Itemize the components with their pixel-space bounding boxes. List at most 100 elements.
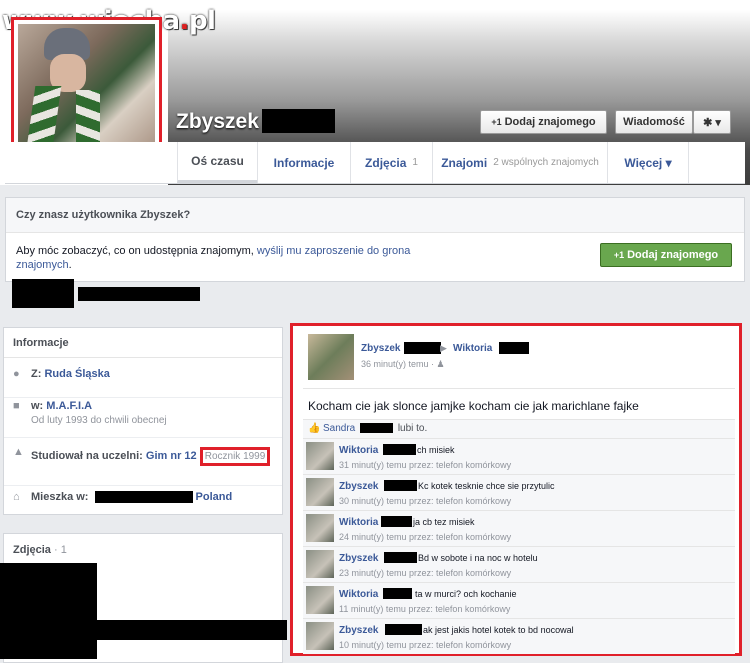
briefcase-icon: ■ bbox=[13, 400, 20, 412]
redaction-bar bbox=[385, 624, 422, 635]
comment: Wiktoria ch misiek 31 minut(y) temu prze… bbox=[303, 438, 735, 474]
like-thumb-icon: 👍 bbox=[308, 423, 321, 434]
school-link[interactable]: Gim nr 12 bbox=[146, 450, 197, 462]
redaction-bar bbox=[360, 423, 394, 434]
comment-meta: 24 minut(y) temu przez: telefon komórkow… bbox=[339, 532, 512, 542]
comment-text: ch misiek bbox=[417, 445, 455, 455]
message-label: Wiadomość bbox=[623, 116, 685, 128]
comment: Wiktoria ja cb tez misiek 24 minut(y) te… bbox=[303, 510, 735, 546]
tab-count: 1 bbox=[412, 157, 418, 168]
comment-author-link[interactable]: Wiktoria bbox=[339, 589, 378, 600]
tab-more[interactable]: Więcej ▾ bbox=[607, 142, 689, 183]
post-target-link[interactable]: Wiktoria bbox=[453, 343, 492, 354]
tab-friends[interactable]: Znajomi 2 wspólnych znajomych bbox=[432, 142, 607, 183]
comment-text: Bd w sobote i na noc w hotelu bbox=[418, 553, 538, 563]
info-panel: Informacje ● Z: Ruda Śląska ■ w: M.A.F.I… bbox=[3, 327, 283, 515]
comment-text: ja cb tez misiek bbox=[413, 517, 475, 527]
comment-author-link[interactable]: Zbyszek bbox=[339, 625, 378, 636]
post-timestamp[interactable]: 36 minut(y) temu · ♟ bbox=[361, 359, 445, 370]
redaction-bar bbox=[262, 109, 335, 133]
profile-tabs: Oś czasu Informacje Zdjęcia 1 Znajomi 2 ws… bbox=[5, 142, 745, 184]
work-link[interactable]: M.A.F.I.A bbox=[46, 400, 92, 412]
tab-label: Oś czasu bbox=[191, 154, 244, 168]
divider bbox=[303, 388, 735, 389]
info-location-row: ● Z: Ruda Śląska bbox=[4, 368, 282, 398]
info-label: Z: bbox=[31, 368, 45, 380]
comment-avatar[interactable] bbox=[306, 550, 334, 578]
do-you-know-title: Czy znasz użytkownika Zbyszek? bbox=[6, 198, 744, 233]
comment-meta: 31 minut(y) temu przez: telefon komórkow… bbox=[339, 460, 512, 470]
do-you-know-text: Aby móc zobaczyć, co on udostępnia znajo… bbox=[16, 245, 411, 271]
comment-author-link[interactable]: Wiktoria bbox=[339, 445, 378, 456]
add-friend-icon: +1 bbox=[491, 117, 502, 127]
comment-meta: 30 minut(y) temu przez: telefon komórkow… bbox=[339, 496, 512, 506]
comment: Zbyszek Kc kotek tesknie chce sie przytu… bbox=[303, 474, 735, 510]
redaction-bar bbox=[12, 279, 74, 308]
info-school-row: ▲ Studiował na uczelni: Gim nr 12 Roczni… bbox=[4, 446, 282, 486]
info-work-row: ■ w: M.A.F.I.A Od luty 1993 do chwili ob… bbox=[4, 400, 282, 438]
comment-text: ta w murci? och kochanie bbox=[415, 589, 517, 599]
location-link[interactable]: Ruda Śląska bbox=[44, 368, 109, 380]
gear-icon: ✱ ▾ bbox=[703, 116, 721, 129]
comment-meta: 10 minut(y) temu przez: telefon komórkow… bbox=[339, 640, 512, 650]
post-text: Kocham cie jak slonce jamjke kocham cie … bbox=[308, 399, 639, 413]
tab-info[interactable]: Informacje bbox=[257, 142, 350, 183]
comment-author-link[interactable]: Wiktoria bbox=[339, 517, 378, 528]
tab-label: Znajomi bbox=[441, 155, 488, 170]
redaction-bar bbox=[383, 588, 412, 599]
tab-photos[interactable]: Zdjęcia 1 bbox=[350, 142, 432, 183]
info-label: w: bbox=[31, 400, 47, 412]
redaction-bar bbox=[0, 563, 97, 659]
redaction-bar bbox=[97, 620, 287, 640]
comment: Wiktoria ta w murci? och kochanie 11 min… bbox=[303, 582, 735, 618]
tab-label: Informacje bbox=[273, 155, 335, 170]
redaction-bar bbox=[78, 287, 200, 301]
photos-title: Zdjęcia · 1 bbox=[13, 544, 67, 556]
profile-name: Zbyszek bbox=[176, 110, 259, 133]
redaction-bar bbox=[384, 552, 417, 563]
work-dates: Od luty 1993 do chwili obecnej bbox=[31, 415, 167, 426]
redaction-bar bbox=[384, 480, 417, 491]
info-label: Studiował na uczelni: bbox=[31, 450, 146, 462]
comment-author-link[interactable]: Zbyszek bbox=[339, 481, 378, 492]
redaction-bar bbox=[381, 516, 412, 527]
gear-menu-button[interactable]: ✱ ▾ bbox=[693, 110, 731, 134]
comment-avatar[interactable] bbox=[306, 586, 334, 614]
comment-meta: 11 minut(y) temu przez: telefon komórkow… bbox=[339, 604, 511, 614]
info-label: Mieszka w: bbox=[31, 491, 92, 503]
redaction-bar bbox=[383, 444, 416, 455]
arrow-right-icon: ▶ bbox=[440, 343, 447, 353]
comment-avatar[interactable] bbox=[306, 622, 334, 650]
tab-label: Więcej ▾ bbox=[624, 155, 672, 170]
country-link[interactable]: Poland bbox=[196, 491, 233, 503]
post-author-avatar[interactable] bbox=[308, 334, 354, 380]
add-friend-icon: +1 bbox=[613, 250, 625, 260]
school-year: Rocznik 1999 bbox=[199, 447, 271, 466]
comment-text: Kc kotek tesknie chce sie przytulic bbox=[418, 481, 555, 491]
comment-meta: 23 minut(y) temu przez: telefon komórkow… bbox=[339, 568, 512, 578]
liker-link[interactable]: Sandra bbox=[323, 423, 355, 434]
message-button[interactable]: Wiadomość bbox=[615, 110, 693, 134]
add-friend-button-green[interactable]: +1 Dodaj znajomego bbox=[600, 243, 732, 267]
home-icon: ⌂ bbox=[13, 491, 20, 503]
timeline-post-highlight: Zbyszek ▶ Wiktoria 36 minut(y) temu · ♟ … bbox=[290, 323, 742, 656]
info-lives-row: ⌂ Mieszka w: Poland bbox=[4, 491, 282, 513]
add-friend-button[interactable]: +1 Dodaj znajomego bbox=[480, 110, 607, 134]
school-icon: ▲ bbox=[13, 446, 24, 458]
comment-avatar[interactable] bbox=[306, 514, 334, 542]
tab-timeline[interactable]: Oś czasu bbox=[177, 142, 257, 183]
redaction-bar bbox=[404, 342, 441, 354]
comment-author-link[interactable]: Zbyszek bbox=[339, 553, 378, 564]
likes-text: lubi to. bbox=[397, 423, 428, 434]
post-author-link[interactable]: Zbyszek bbox=[361, 343, 400, 354]
comment-avatar[interactable] bbox=[306, 478, 334, 506]
map-pin-icon: ● bbox=[13, 368, 20, 380]
add-friend-label: Dodaj znajomego bbox=[504, 116, 596, 128]
comment-text: ak jest jakis hotel kotek to bd nocowal bbox=[423, 625, 574, 635]
redaction-bar bbox=[94, 491, 193, 504]
comment: Zbyszek Bd w sobote i na noc w hotelu 23… bbox=[303, 546, 735, 582]
tab-label: Zdjęcia bbox=[365, 155, 407, 170]
comment-avatar[interactable] bbox=[306, 442, 334, 470]
redaction-bar bbox=[499, 342, 529, 354]
likes-row: 👍 Sandra lubi to. bbox=[303, 419, 735, 439]
